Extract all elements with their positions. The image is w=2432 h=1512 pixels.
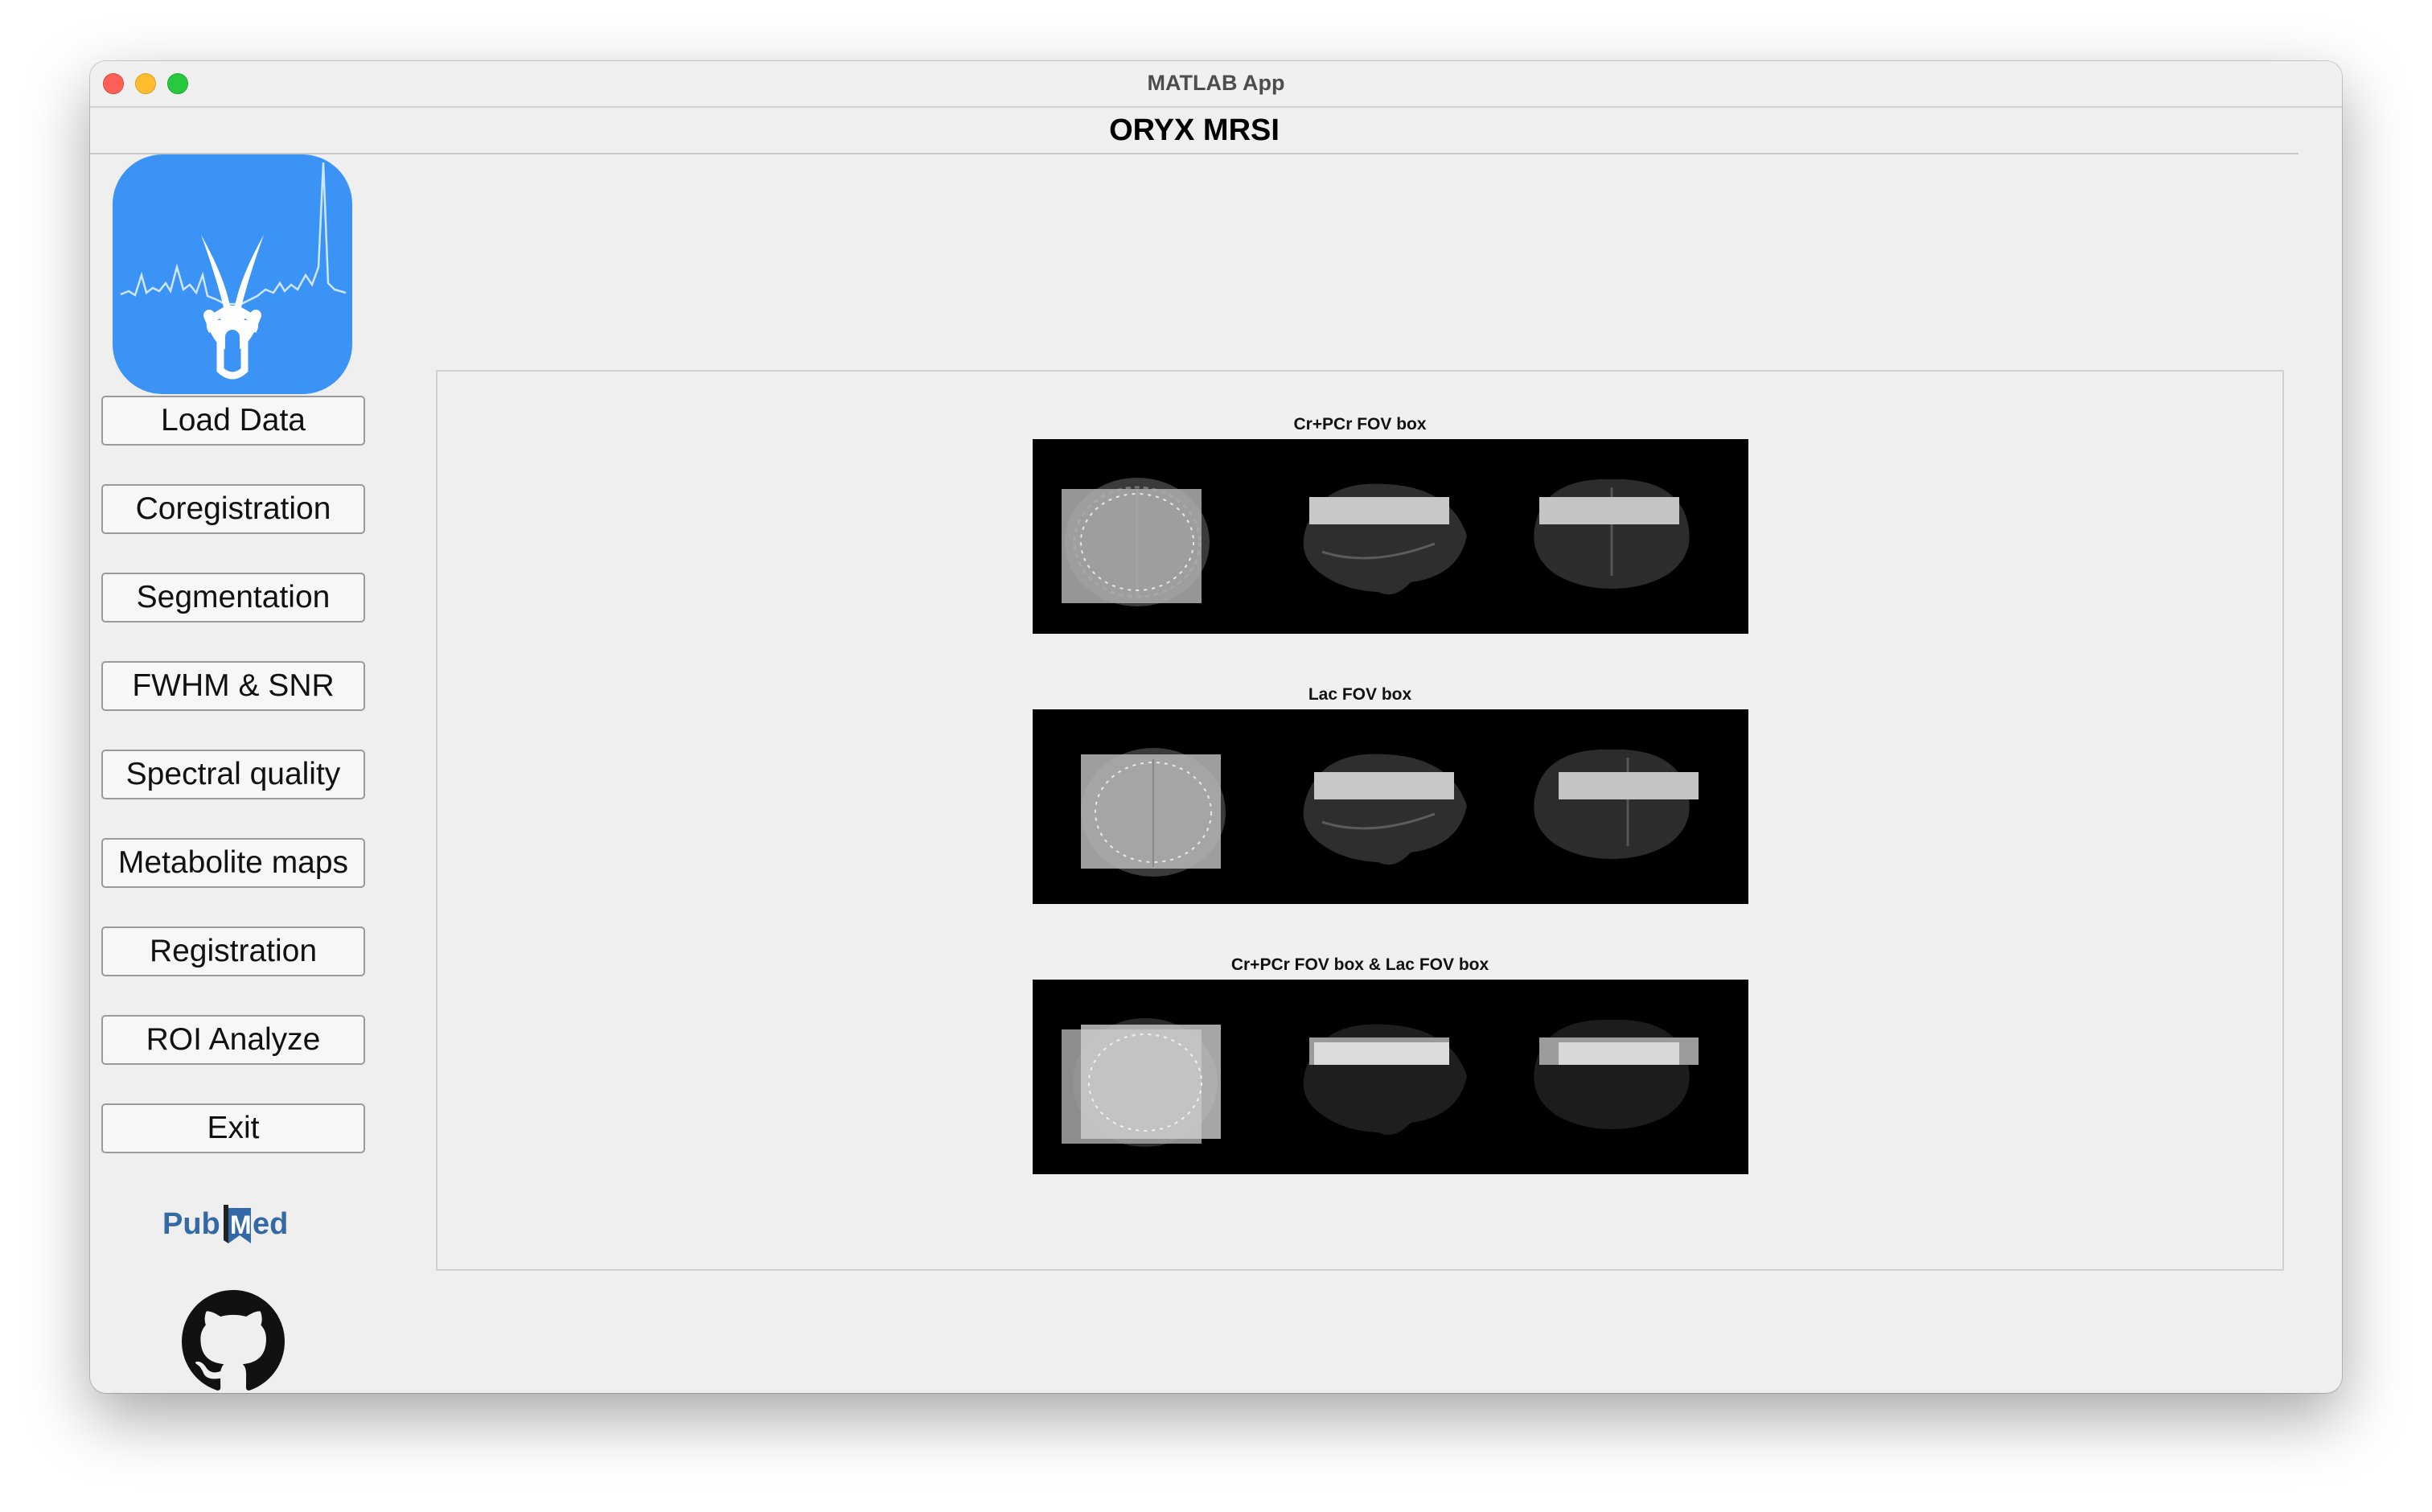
svg-text:ed: ed	[253, 1207, 288, 1241]
title-bar: MATLAB App	[90, 61, 2342, 108]
roi-analyze-button[interactable]: ROI Analyze	[101, 1015, 365, 1065]
github-icon[interactable]	[182, 1290, 285, 1393]
combined-fov-plot	[1033, 980, 1748, 1174]
cr-pcr-fov-plot	[1033, 439, 1748, 634]
metabolite-maps-button[interactable]: Metabolite maps	[101, 838, 365, 888]
pubmed-logo-icon[interactable]: Pub M ed	[161, 1197, 306, 1248]
oryx-spectrum-logo-icon	[113, 154, 352, 394]
registration-button[interactable]: Registration	[101, 927, 365, 976]
exit-button[interactable]: Exit	[101, 1103, 365, 1153]
app-window: MATLAB App ORYX MRSI Load Data Coregistr…	[90, 61, 2342, 1393]
svg-text:Pub: Pub	[162, 1207, 220, 1241]
fwhm-snr-button[interactable]: FWHM & SNR	[101, 661, 365, 711]
coregistration-button[interactable]: Coregistration	[101, 484, 365, 534]
load-data-button[interactable]: Load Data	[101, 396, 365, 446]
lac-fov-plot	[1033, 709, 1748, 904]
svg-text:M: M	[230, 1210, 252, 1239]
segmentation-button[interactable]: Segmentation	[101, 573, 365, 622]
spectral-quality-button[interactable]: Spectral quality	[101, 750, 365, 799]
app-header-title: ORYX MRSI	[90, 108, 2298, 154]
plot-title: Lac FOV box	[1308, 685, 1412, 704]
plot-title: Cr+PCr FOV box & Lac FOV box	[1230, 955, 1489, 974]
fov-plots-panel: Cr+PCr FOV box Lac FOV box Cr+PCr FOV bo…	[436, 370, 2284, 1271]
plot-title: Cr+PCr FOV box	[1293, 415, 1427, 433]
window-title: MATLAB App	[1147, 71, 1285, 95]
